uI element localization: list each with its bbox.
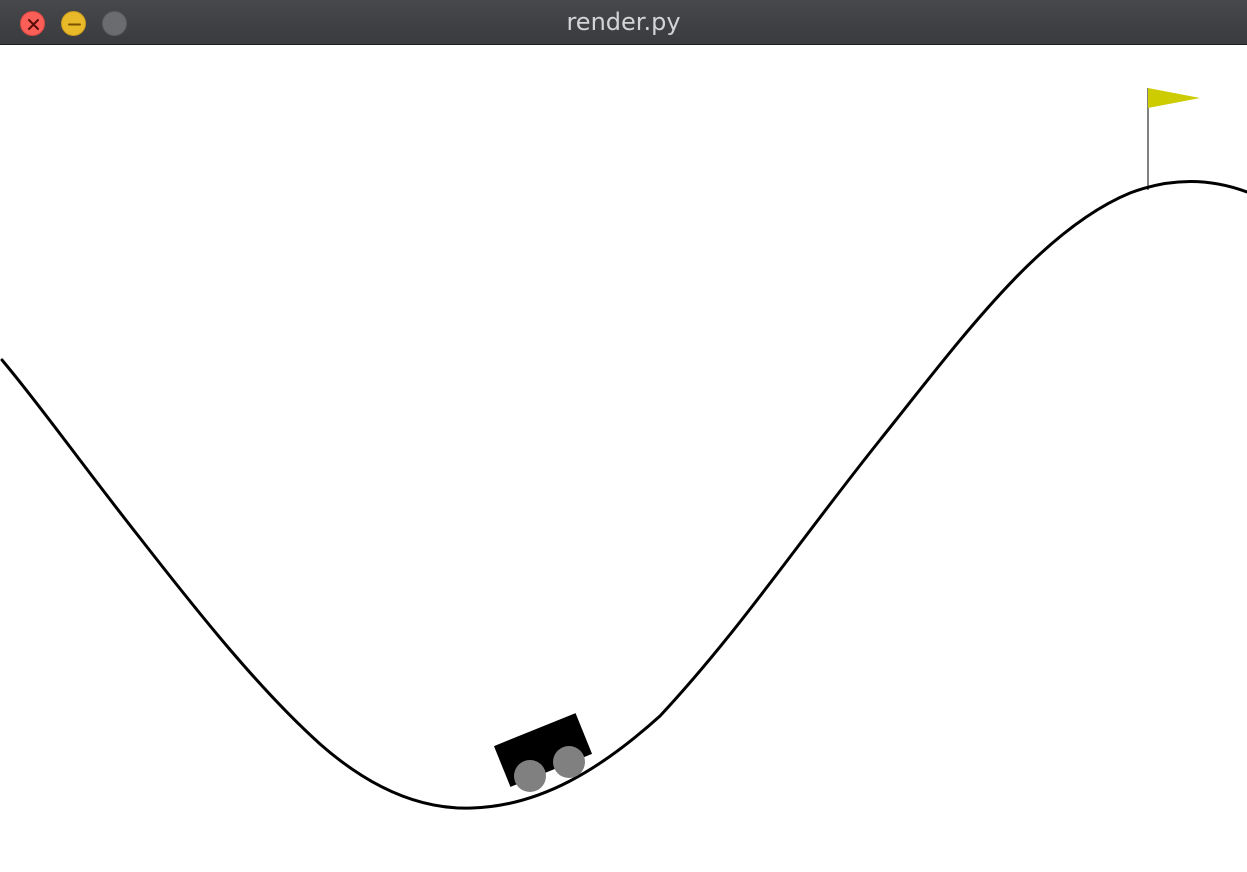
mountain-track <box>0 180 1247 810</box>
car-wheel-rear <box>514 760 546 792</box>
goal-flag <box>1148 88 1200 108</box>
car-wheel-front <box>553 746 585 778</box>
game-scene <box>0 88 1247 810</box>
window-title: render.py <box>566 8 681 36</box>
title-bar[interactable]: render.py <box>0 0 1247 45</box>
game-canvas <box>0 45 1247 872</box>
app-window: render.py <box>0 0 1247 872</box>
